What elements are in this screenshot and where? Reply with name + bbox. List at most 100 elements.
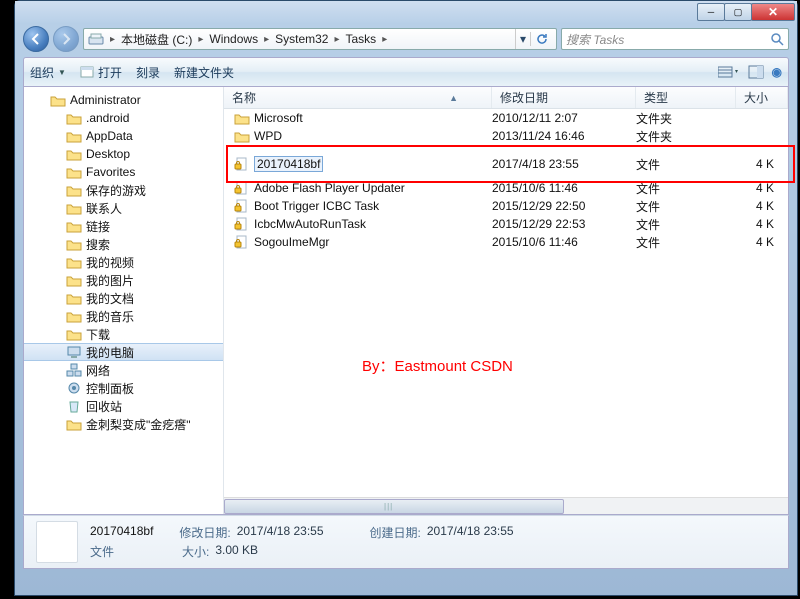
sidebar-item[interactable]: 控制面板	[24, 379, 223, 397]
folder-icon	[234, 110, 250, 126]
file-size: 4 K	[736, 181, 788, 195]
folder-icon	[66, 326, 82, 342]
back-button[interactable]	[23, 26, 49, 52]
file-size: 4 K	[736, 199, 788, 213]
breadcrumb-sep: ▸	[110, 34, 115, 45]
sidebar-item-label: 下载	[86, 326, 110, 343]
sidebar-item[interactable]: 我的音乐	[24, 307, 223, 325]
folder-icon	[66, 128, 82, 144]
new-folder-button[interactable]: 新建文件夹	[174, 64, 234, 81]
breadcrumb[interactable]: ▸ 本地磁盘 (C:) ▸ Windows ▸ System32 ▸ Tasks…	[83, 28, 557, 50]
list-body[interactable]: Microsoft 2010/12/11 2:07文件夹 WPD 2013/11/24…	[224, 109, 788, 497]
sidebar-item-label: AppData	[86, 129, 133, 143]
sidebar-item[interactable]: AppData	[24, 127, 223, 145]
search-input[interactable]: 搜索 Tasks	[561, 28, 789, 50]
tree-root[interactable]: Administrator	[24, 91, 223, 109]
list-pane: 名称 ▲ 修改日期 类型 大小 Microsoft 2010/12/11 2:07…	[224, 87, 788, 514]
file-date: 2015/10/6 11:46	[492, 235, 636, 249]
refresh-button[interactable]	[530, 32, 552, 46]
details-mod-label: 修改日期:	[179, 524, 230, 541]
sidebar-item[interactable]: Favorites	[24, 163, 223, 181]
folder-icon	[66, 182, 82, 198]
sidebar-item[interactable]: 回收站	[24, 397, 223, 415]
titlebar: ─ ▢ ✕	[15, 1, 797, 23]
search-placeholder: 搜索 Tasks	[566, 31, 624, 48]
sidebar-item-label: 我的音乐	[86, 308, 134, 325]
table-row[interactable]: SogouImeMgr2015/10/6 11:46文件4 K	[224, 233, 788, 251]
sidebar-item-label: 联系人	[86, 200, 122, 217]
file-date: 2013/11/24 16:46	[492, 129, 636, 143]
file-type: 文件夹	[636, 128, 736, 145]
sidebar-item[interactable]: 我的电脑	[24, 343, 223, 361]
open-button[interactable]: 打开	[80, 64, 122, 81]
preview-pane-button[interactable]	[748, 65, 764, 79]
folder-icon	[66, 362, 82, 378]
minimize-button[interactable]: ─	[697, 3, 725, 21]
sidebar-item[interactable]: 联系人	[24, 199, 223, 217]
folder-icon	[66, 146, 82, 162]
sidebar-item[interactable]: 我的图片	[24, 271, 223, 289]
breadcrumb-item[interactable]: System32	[275, 32, 328, 46]
maximize-button[interactable]: ▢	[724, 3, 752, 21]
table-row[interactable]: Boot Trigger ICBC Task2015/12/29 22:50文件…	[224, 197, 788, 215]
sidebar-item[interactable]: 我的视频	[24, 253, 223, 271]
breadcrumb-item[interactable]: Tasks	[346, 32, 377, 46]
file-name: SogouImeMgr	[254, 235, 329, 249]
table-row[interactable]: WPD 2013/11/24 16:46文件夹	[224, 127, 788, 145]
sidebar-item[interactable]: 下载	[24, 325, 223, 343]
folder-icon	[66, 236, 82, 252]
details-create-label: 创建日期:	[370, 524, 421, 541]
sidebar-item[interactable]: 保存的游戏	[24, 181, 223, 199]
breadcrumb-item[interactable]: Windows	[209, 32, 258, 46]
col-size[interactable]: 大小	[736, 87, 788, 108]
file-type: 文件夹	[636, 110, 736, 127]
col-type[interactable]: 类型	[636, 87, 736, 108]
sidebar-item[interactable]: Desktop	[24, 145, 223, 163]
file-size: 4 K	[736, 157, 788, 171]
sidebar-item[interactable]: 链接	[24, 217, 223, 235]
close-button[interactable]: ✕	[751, 3, 795, 21]
folder-icon	[66, 164, 82, 180]
help-button[interactable]: ◉	[772, 65, 782, 79]
sidebar-item[interactable]: 搜索	[24, 235, 223, 253]
details-name: 20170418bf	[90, 524, 153, 541]
file-name: Microsoft	[254, 111, 303, 125]
watermark-text: By：Eastmount CSDN	[362, 355, 513, 376]
forward-button[interactable]	[53, 26, 79, 52]
sidebar-item[interactable]: .android	[24, 109, 223, 127]
sidebar-item-label: 我的视频	[86, 254, 134, 271]
folder-icon	[66, 308, 82, 324]
table-row[interactable]: IcbcMwAutoRunTask2015/12/29 22:53文件4 K	[224, 215, 788, 233]
file-type: 文件	[636, 180, 736, 197]
details-pane: 20170418bf 修改日期: 2017/4/18 23:55 创建日期: 2…	[23, 515, 789, 569]
table-row[interactable]: Adobe Flash Player Updater2015/10/6 11:4…	[224, 179, 788, 197]
folder-icon	[234, 128, 250, 144]
organize-button[interactable]: 组织 ▼	[30, 64, 66, 81]
details-mod-value: 2017/4/18 23:55	[237, 524, 324, 541]
file-date: 2015/10/6 11:46	[492, 181, 636, 195]
history-dropdown[interactable]: ▾	[515, 29, 530, 49]
breadcrumb-sep: ▸	[198, 34, 203, 45]
sidebar-item[interactable]: 我的文档	[24, 289, 223, 307]
sidebar-item[interactable]: 金刺梨变成"金疙瘩"	[24, 415, 223, 433]
sort-indicator-icon: ▲	[449, 93, 458, 103]
horizontal-scrollbar[interactable]: |||	[224, 497, 788, 514]
file-name: WPD	[254, 129, 282, 143]
file-type: 文件	[636, 156, 736, 173]
sidebar-item[interactable]: 网络	[24, 361, 223, 379]
table-row[interactable]: Microsoft 2010/12/11 2:07文件夹	[224, 109, 788, 127]
sidebar-item-label: 控制面板	[86, 380, 134, 397]
view-button[interactable]	[718, 65, 740, 79]
sidebar-item-label: 搜索	[86, 236, 110, 253]
lockfile-icon	[234, 216, 250, 232]
sidebar-item-label: 我的文档	[86, 290, 134, 307]
col-name[interactable]: 名称 ▲	[224, 87, 492, 108]
breadcrumb-item[interactable]: 本地磁盘 (C:)	[121, 31, 192, 48]
burn-button[interactable]: 刻录	[136, 64, 160, 81]
folder-icon	[66, 272, 82, 288]
file-date: 2010/12/11 2:07	[492, 111, 636, 125]
scrollbar-thumb[interactable]	[224, 499, 564, 514]
col-date[interactable]: 修改日期	[492, 87, 636, 108]
tree-pane[interactable]: Administrator .android AppData DesktopFavo…	[24, 87, 224, 514]
table-row[interactable]: 20170418bf2017/4/18 23:55文件4 K	[224, 155, 788, 173]
